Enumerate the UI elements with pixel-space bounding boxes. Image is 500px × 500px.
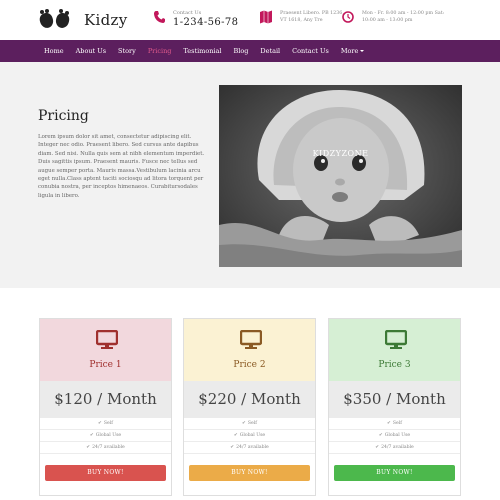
hero-description: Lorem ipsum dolor sit amet, consectetur …: [38, 134, 205, 199]
nav-item-testimonial[interactable]: Testimonial: [177, 40, 227, 62]
card-header: Price 2: [184, 319, 315, 381]
baby-photo: KIDZYZONE: [219, 85, 462, 267]
plan-price: $120 / Month: [40, 381, 171, 418]
plan-feature-label: 24/7 available: [381, 445, 414, 450]
buy-now-button[interactable]: BUY NOW!: [189, 465, 310, 481]
pricing-hero: Pricing Lorem ipsum dolor sit amet, cons…: [0, 62, 500, 288]
card-header: Price 3: [329, 319, 460, 381]
plan-feature: ✔ Self: [184, 418, 315, 430]
nav-item-about-us[interactable]: About Us: [70, 40, 112, 62]
plan-feature-label: Self: [103, 421, 113, 426]
plan-feature-label: Self: [392, 421, 402, 426]
buy-now-button[interactable]: BUY NOW!: [334, 465, 455, 481]
top-header: Kidzy Contact Us 1-234-56-78 Praesent Li…: [0, 0, 500, 40]
nav-more-label: More: [340, 47, 359, 55]
plan-price: $350 / Month: [329, 381, 460, 418]
plan-feature: ✔ Self: [329, 418, 460, 430]
plan-feature: ✔ Global Use: [40, 430, 171, 442]
contact-block: Contact Us 1-234-56-78: [153, 10, 238, 28]
plan-name: Price 2: [233, 360, 266, 370]
plan-feature: ✔ 24/7 available: [329, 442, 460, 454]
buy-now-button[interactable]: BUY NOW!: [45, 465, 166, 481]
plan-feature-label: Global Use: [384, 433, 411, 438]
check-icon: ✔: [378, 433, 383, 438]
address-text: Praesent Libero. PB 1236, VT 1618, Any T…: [280, 11, 344, 23]
check-icon: ✔: [242, 421, 246, 426]
nav-item-blog[interactable]: Blog: [227, 40, 254, 62]
monitor-icon: [240, 330, 262, 349]
check-icon: ✔: [375, 445, 380, 450]
contact-label: Contact Us: [173, 10, 202, 16]
nav-item-more[interactable]: More: [335, 40, 371, 62]
plan-feature-label: 24/7 available: [92, 445, 125, 450]
plan-feature: ✔ 24/7 available: [40, 442, 171, 454]
check-icon: ✔: [89, 433, 94, 438]
pricing-card: Price 3 $350 / Month ✔ Self ✔ Global Use ✔…: [328, 318, 461, 496]
check-icon: ✔: [230, 445, 235, 450]
chevron-down-icon: [360, 50, 365, 52]
pricing-section: Price 1 $120 / Month ✔ Self ✔ Global Use ✔…: [0, 288, 500, 500]
logo[interactable]: Kidzy: [38, 9, 128, 30]
plan-feature-label: Self: [247, 421, 257, 426]
check-icon: ✔: [233, 433, 238, 438]
hours-block: Mon - Fr. 8:00 am - 12:00 pm Sat: 10:00 …: [342, 10, 447, 24]
plan-name: Price 3: [378, 360, 411, 370]
brand-name: Kidzy: [84, 11, 128, 29]
plan-feature-label: Global Use: [95, 433, 122, 438]
monitor-icon: [385, 330, 407, 349]
card-header: Price 1: [40, 319, 171, 381]
baby-feet-icon: [38, 9, 74, 30]
page-title: Pricing: [38, 108, 89, 124]
map-icon: [260, 10, 272, 24]
clock-icon: [342, 11, 354, 23]
plan-feature: ✔ Self: [40, 418, 171, 430]
plan-name: Price 1: [89, 360, 122, 370]
nav-item-home[interactable]: Home: [38, 40, 70, 62]
hours-text: Mon - Fr. 8:00 am - 12:00 pm Sat: 10:00 …: [362, 11, 445, 23]
plan-feature: ✔ Global Use: [329, 430, 460, 442]
baby-photo-illustration: [219, 85, 462, 267]
check-icon: ✔: [98, 421, 102, 426]
photo-watermark: KIDZYZONE: [312, 149, 369, 158]
check-icon: ✔: [387, 421, 391, 426]
check-icon: ✔: [86, 445, 91, 450]
pricing-card: Price 2 $220 / Month ✔ Self ✔ Global Use ✔…: [183, 318, 316, 496]
plan-feature-label: 24/7 available: [236, 445, 269, 450]
plan-feature-label: Global Use: [239, 433, 266, 438]
phone-icon: [154, 11, 165, 23]
main-nav: Home About Us Story Pricing Testimonial …: [0, 40, 500, 62]
plan-feature: ✔ Global Use: [184, 430, 315, 442]
pricing-card: Price 1 $120 / Month ✔ Self ✔ Global Use ✔…: [39, 318, 172, 496]
monitor-icon: [96, 330, 118, 349]
nav-item-detail[interactable]: Detail: [254, 40, 286, 62]
plan-feature: ✔ 24/7 available: [184, 442, 315, 454]
nav-item-contact-us[interactable]: Contact Us: [286, 40, 335, 62]
phone-number[interactable]: 1-234-56-78: [173, 17, 238, 28]
address-block: Praesent Libero. PB 1236, VT 1618, Any T…: [260, 10, 350, 24]
nav-item-story[interactable]: Story: [112, 40, 142, 62]
nav-item-pricing[interactable]: Pricing: [142, 40, 178, 62]
plan-price: $220 / Month: [184, 381, 315, 418]
